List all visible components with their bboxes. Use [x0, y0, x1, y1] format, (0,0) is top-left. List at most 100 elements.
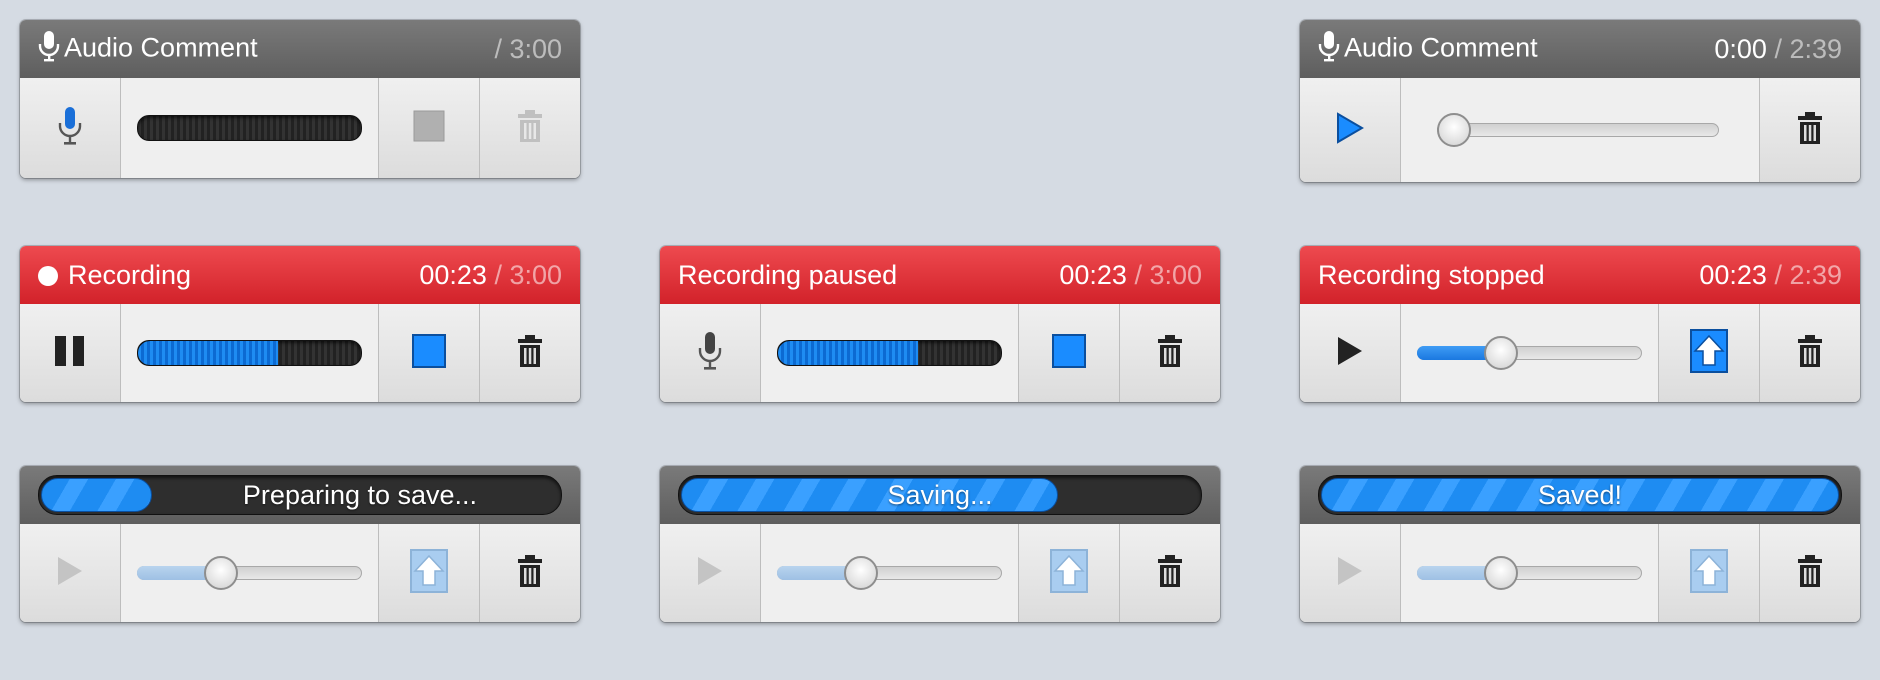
seek-slider[interactable] — [1437, 112, 1719, 148]
recording-stopped-widget: Recording stopped 00:23 / 2:39 — [1300, 246, 1860, 402]
trash-icon — [1797, 334, 1823, 373]
widget-header: Recording paused 00:23 / 3:00 — [660, 246, 1220, 304]
mic-icon — [697, 330, 723, 377]
seek-cell — [1401, 304, 1659, 402]
upload-button[interactable] — [1659, 524, 1760, 622]
widget-time: 00:23 / 3:00 — [419, 260, 562, 291]
recording-dot-icon — [38, 266, 58, 287]
save-progress-bar: Saving... — [678, 475, 1202, 515]
saved-widget: Saved! — [1300, 466, 1860, 622]
widget-time: / 3:00 — [494, 34, 562, 65]
upload-icon — [1050, 548, 1088, 598]
play-icon — [1336, 111, 1364, 149]
delete-button[interactable] — [480, 78, 580, 178]
widget-controls — [1300, 304, 1860, 402]
seek-handle[interactable] — [1437, 113, 1471, 147]
upload-button[interactable] — [1659, 304, 1760, 402]
play-icon — [696, 555, 724, 592]
stop-icon — [1052, 333, 1086, 373]
record-button[interactable] — [660, 304, 761, 402]
seek-slider[interactable] — [777, 555, 1002, 591]
widget-title-text: Audio Comment — [64, 32, 258, 63]
widget-header: Audio Comment 0:00 / 2:39 — [1300, 20, 1860, 78]
seek-track — [1437, 123, 1719, 137]
upload-button[interactable] — [1019, 524, 1120, 622]
stop-icon — [412, 333, 446, 373]
saving-widget: Saving... — [660, 466, 1220, 622]
save-status-text: Saved! — [1537, 479, 1623, 510]
widget-time: 0:00 / 2:39 — [1714, 34, 1842, 65]
trash-icon — [517, 554, 543, 593]
upload-icon — [1690, 328, 1728, 378]
upload-icon — [1690, 548, 1728, 598]
mic-icon — [1318, 30, 1340, 69]
level-meter — [137, 340, 362, 366]
save-progress-bar: Saved! — [1318, 475, 1842, 515]
widget-header: Preparing to save... — [20, 466, 580, 524]
seek-handle[interactable] — [1483, 336, 1518, 370]
time-total: / 3:00 — [494, 33, 562, 64]
delete-button[interactable] — [480, 304, 580, 402]
preparing-to-save-widget: Preparing to save... — [20, 466, 580, 622]
upload-button[interactable] — [379, 524, 480, 622]
trash-icon — [1797, 111, 1823, 150]
seek-handle[interactable] — [843, 556, 878, 590]
level-meter-cell — [121, 78, 379, 178]
stop-button[interactable] — [379, 304, 480, 402]
delete-button[interactable] — [1760, 524, 1860, 622]
stop-icon — [413, 110, 445, 147]
stop-button[interactable] — [1019, 304, 1120, 402]
delete-button[interactable] — [1120, 304, 1220, 402]
widget-title-text: Audio Comment — [1344, 32, 1538, 63]
seek-slider[interactable] — [1417, 335, 1642, 371]
widget-title: Recording stopped — [1318, 259, 1545, 290]
save-status-text: Preparing to save... — [242, 479, 478, 510]
play-button[interactable] — [20, 524, 121, 622]
widget-title: Audio Comment — [1318, 30, 1714, 69]
time-current: 00:23 — [419, 259, 487, 290]
delete-button[interactable] — [480, 524, 580, 622]
level-meter-cell — [121, 304, 379, 402]
time-total: / 3:00 — [1134, 259, 1202, 290]
save-status-text: Saving... — [887, 479, 993, 510]
play-button[interactable] — [660, 524, 761, 622]
widget-controls — [660, 524, 1220, 622]
record-button[interactable] — [20, 78, 121, 178]
seek-handle[interactable] — [1483, 556, 1518, 590]
play-icon — [1336, 335, 1364, 372]
seek-cell — [1401, 78, 1760, 182]
mic-icon — [57, 105, 83, 152]
delete-button[interactable] — [1760, 304, 1860, 402]
seek-slider[interactable] — [137, 555, 362, 591]
pause-button[interactable] — [20, 304, 121, 402]
delete-button[interactable] — [1120, 524, 1220, 622]
widget-time: 00:23 / 2:39 — [1699, 260, 1842, 291]
save-progress-bar: Preparing to save... — [38, 475, 562, 515]
audio-comment-playback-widget: Audio Comment 0:00 / 2:39 — [1300, 20, 1860, 182]
play-button[interactable] — [1300, 78, 1401, 182]
play-button[interactable] — [1300, 304, 1401, 402]
widget-title: Audio Comment — [38, 30, 494, 69]
level-meter — [777, 340, 1002, 366]
time-total: / 3:00 — [494, 259, 562, 290]
widget-controls — [1300, 524, 1860, 622]
time-total: / 2:39 — [1774, 259, 1842, 290]
delete-button[interactable] — [1760, 78, 1860, 182]
level-meter — [137, 115, 362, 141]
widget-time: 00:23 / 3:00 — [1059, 260, 1202, 291]
pause-icon — [53, 334, 87, 373]
time-total: / 2:39 — [1774, 33, 1842, 64]
seek-handle[interactable] — [203, 556, 238, 590]
recording-widget: Recording 00:23 / 3:00 — [20, 246, 580, 402]
widget-header: Recording stopped 00:23 / 2:39 — [1300, 246, 1860, 304]
audio-comment-idle-widget: Audio Comment / 3:00 — [20, 20, 580, 178]
widget-title: Recording — [38, 260, 419, 291]
upload-icon — [410, 548, 448, 598]
play-button[interactable] — [1300, 524, 1401, 622]
widget-header: Saved! — [1300, 466, 1860, 524]
widget-controls — [1300, 78, 1860, 182]
widget-header: Recording 00:23 / 3:00 — [20, 246, 580, 304]
widget-controls — [660, 304, 1220, 402]
stop-button[interactable] — [379, 78, 480, 178]
seek-slider[interactable] — [1417, 555, 1642, 591]
